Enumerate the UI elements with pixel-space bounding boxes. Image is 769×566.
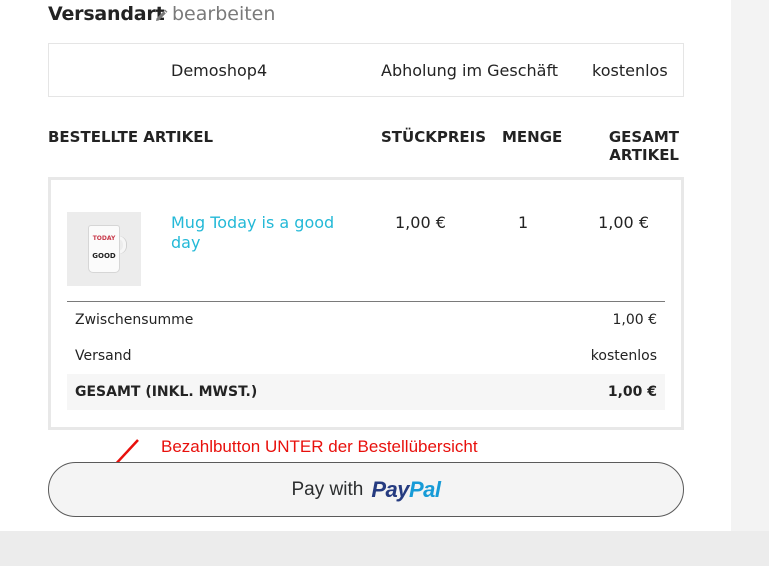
shipping-row: Versand kostenlos — [67, 338, 665, 374]
product-thumbnail[interactable]: TODAY GOOD — [67, 212, 141, 286]
checkout-card: Versandart bearbeiten Demoshop4 Abholung… — [0, 0, 731, 531]
product-total: 1,00 € — [598, 213, 649, 232]
carrier-description: Abholung im Geschäft — [381, 61, 559, 80]
shipping-section-title: Versandart — [48, 3, 165, 25]
paypal-button-prefix: Pay with — [291, 478, 364, 500]
pencil-icon — [156, 9, 168, 21]
header-total-line1: GESAMT — [608, 128, 679, 146]
grand-total-value: 1,00 € — [607, 384, 657, 400]
product-unit-price: 1,00 € — [395, 213, 446, 232]
header-total-items: GESAMT ARTIKEL — [603, 128, 679, 164]
mug-print-bottom: GOOD — [92, 252, 116, 260]
header-unit-price: STÜCKPREIS — [381, 128, 487, 146]
annotation-text: Bezahlbutton UNTER der Bestellübersicht — [161, 437, 478, 456]
selected-carrier-row: Demoshop4 Abholung im Geschäft kostenlos — [48, 43, 684, 97]
paypal-logo-pal: Pal — [408, 476, 441, 502]
carrier-price: kostenlos — [592, 61, 668, 80]
paypal-button[interactable]: Pay with PayPal — [48, 462, 684, 517]
subtotal-row: Zwischensumme 1,00 € — [67, 302, 665, 338]
paypal-logo-pay: Pay — [371, 476, 409, 502]
page-side-gutter — [731, 0, 769, 531]
paypal-logo: PayPal — [371, 476, 441, 503]
grand-total-label: GESAMT (INKL. MWST.) — [75, 384, 258, 400]
shipping-label: Versand — [75, 348, 132, 364]
shipping-value: kostenlos — [590, 348, 657, 364]
order-items-box: TODAY GOOD Mug Today is a good day 1,00 … — [48, 177, 684, 430]
edit-shipping-label: bearbeiten — [172, 3, 276, 25]
carrier-name: Demoshop4 — [171, 61, 268, 80]
product-name-link[interactable]: Mug Today is a good day — [171, 213, 341, 253]
product-quantity: 1 — [518, 213, 529, 232]
mug-shape — [89, 226, 119, 272]
header-total-line2: ARTIKEL — [609, 146, 679, 164]
mug-print-top: TODAY — [92, 235, 116, 242]
grand-total-row: GESAMT (INKL. MWST.) 1,00 € — [67, 374, 665, 410]
edit-shipping-link[interactable]: bearbeiten — [154, 3, 275, 25]
subtotal-label: Zwischensumme — [75, 312, 194, 328]
header-quantity: MENGE — [502, 128, 563, 146]
subtotal-value: 1,00 € — [612, 312, 657, 328]
header-ordered-items: BESTELLTE ARTIKEL — [48, 128, 214, 146]
